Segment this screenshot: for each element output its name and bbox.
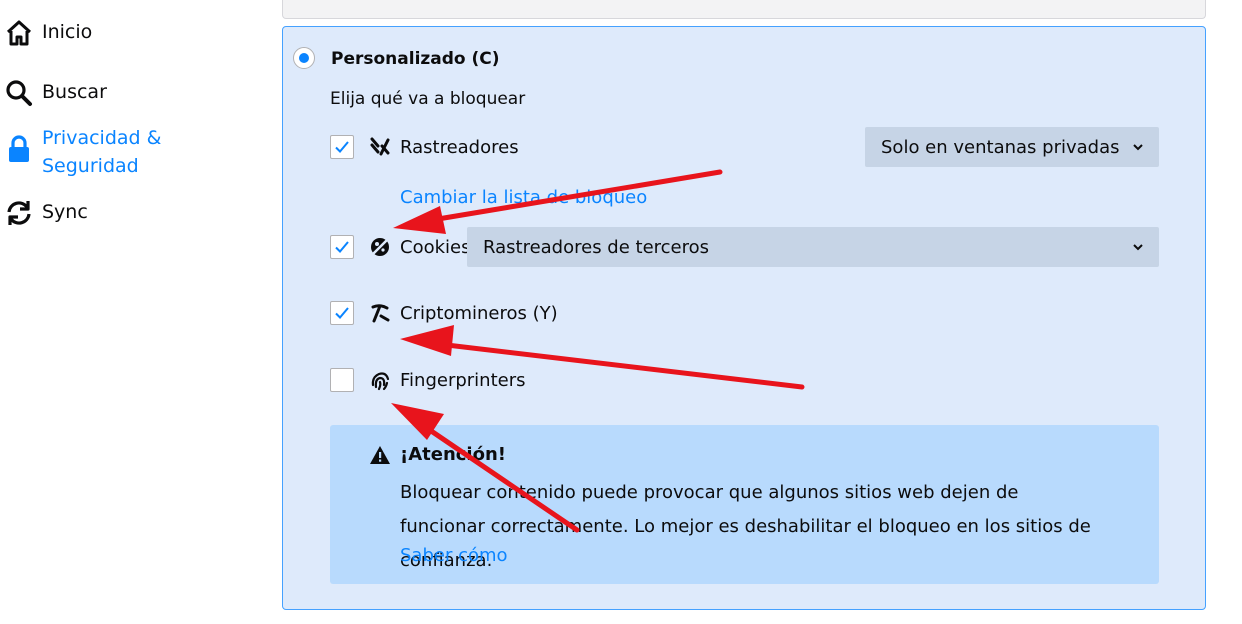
fingerprinters-label: Fingerprinters bbox=[400, 370, 526, 391]
chevron-down-icon bbox=[1133, 144, 1143, 151]
custom-radio[interactable] bbox=[293, 47, 315, 69]
checkmark-icon bbox=[335, 241, 349, 253]
home-icon bbox=[4, 18, 34, 48]
trackers-checkbox[interactable] bbox=[330, 135, 354, 159]
checkmark-icon bbox=[335, 141, 349, 153]
warning-title: ¡Atención! bbox=[400, 444, 506, 465]
cookies-checkbox[interactable] bbox=[330, 235, 354, 259]
learn-how-link[interactable]: Saber cómo bbox=[400, 543, 508, 569]
cookies-dropdown-value: Rastreadores de terceros bbox=[483, 236, 710, 258]
sidebar-item-privacidad[interactable]: Privacidad & Seguridad bbox=[4, 124, 161, 180]
cookies-label: Cookies bbox=[400, 237, 471, 258]
warning-icon bbox=[370, 446, 390, 464]
cookie-icon bbox=[368, 235, 392, 259]
cryptominers-checkbox[interactable] bbox=[330, 301, 354, 325]
search-icon bbox=[4, 78, 34, 108]
cryptominer-icon bbox=[368, 301, 392, 325]
custom-subtitle: Elija qué va a bloquear bbox=[330, 89, 526, 109]
tracker-icon bbox=[368, 135, 392, 159]
cryptominers-label: Criptomineros (Y) bbox=[400, 303, 558, 324]
chevron-down-icon bbox=[1133, 244, 1143, 251]
previous-option-box bbox=[282, 0, 1206, 19]
sidebar-item-label: Inicio bbox=[42, 21, 93, 43]
trackers-dropdown-value: Solo en ventanas privadas bbox=[881, 136, 1120, 158]
trackers-dropdown[interactable]: Solo en ventanas privadas bbox=[865, 127, 1159, 167]
cookies-dropdown[interactable]: Rastreadores de terceros bbox=[467, 227, 1159, 267]
fingerprint-icon bbox=[368, 368, 392, 392]
sidebar-item-label: Buscar bbox=[42, 81, 107, 103]
fingerprinters-checkbox[interactable] bbox=[330, 368, 354, 392]
sidebar-item-inicio[interactable]: Inicio bbox=[4, 18, 92, 48]
sidebar-item-sync[interactable]: Sync bbox=[4, 198, 88, 228]
lock-icon bbox=[4, 134, 34, 164]
sync-icon bbox=[4, 198, 34, 228]
sidebar-item-label: Privacidad & bbox=[42, 127, 162, 149]
change-blocklist-link[interactable]: Cambiar la lista de bloqueo bbox=[400, 185, 647, 211]
sidebar-item-buscar[interactable]: Buscar bbox=[4, 78, 107, 108]
trackers-label: Rastreadores bbox=[400, 137, 519, 158]
custom-title: Personalizado (C) bbox=[331, 49, 500, 69]
sidebar-item-label: Sync bbox=[42, 201, 88, 223]
checkmark-icon bbox=[335, 307, 349, 319]
sidebar-item-label-line2: Seguridad bbox=[42, 155, 139, 177]
